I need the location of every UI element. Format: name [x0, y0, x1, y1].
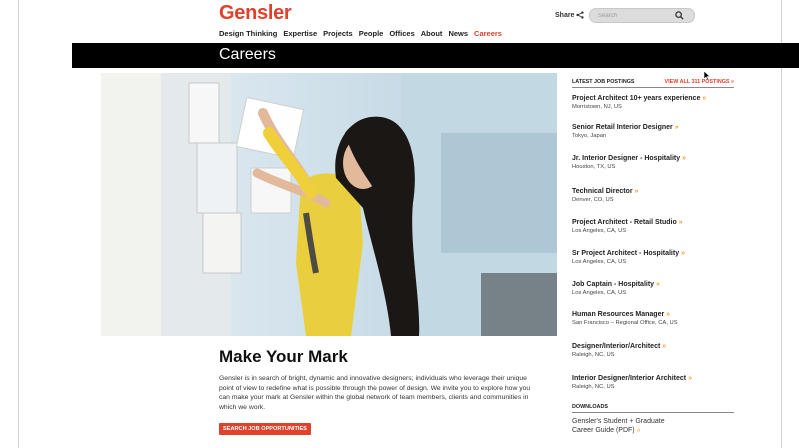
view-all-postings-link[interactable]: VIEW ALL 311 POSTINGS » [665, 79, 735, 85]
share-button[interactable]: Share [555, 11, 585, 19]
search-box[interactable] [589, 8, 695, 23]
nav-about[interactable]: About [421, 29, 443, 38]
job-posting-location: Los Angeles, CA, US [572, 228, 627, 234]
search-job-opportunities-button[interactable]: SEARCH JOB OPPORTUNITIES [219, 423, 311, 435]
intro-paragraph: Gensler is in search of bright, dynamic … [219, 375, 531, 411]
nav-people[interactable]: People [359, 29, 384, 38]
job-posting: Human Resources Manager » San Francisco … [572, 310, 734, 327]
job-posting-location: Raleigh, NC, US [572, 352, 615, 358]
job-posting: Job Captain - Hospitality » Los Angeles,… [572, 280, 734, 297]
job-postings-sidebar: LATEST JOB POSTINGS VIEW ALL 311 POSTING… [572, 74, 734, 434]
career-guide-download-link[interactable]: Gensler's Student + Graduate Career Guid… [572, 417, 665, 435]
job-posting: Technical Director » Denver, CO, US [572, 187, 734, 204]
page-title-bar: Careers [72, 43, 799, 68]
nav-design-thinking[interactable]: Design Thinking [219, 29, 277, 38]
job-posting: Project Architect 10+ years experience »… [572, 94, 734, 111]
job-posting-link[interactable]: Job Captain - Hospitality » [572, 280, 734, 289]
job-posting-location: Los Angeles, CA, US [572, 259, 627, 265]
main-nav: Design Thinking Expertise Projects Peopl… [219, 29, 502, 38]
nav-offices[interactable]: Offices [389, 29, 414, 38]
job-posting-link[interactable]: Technical Director » [572, 187, 734, 196]
job-posting-link[interactable]: Designer/Interior/Architect » [572, 342, 734, 351]
job-posting-link[interactable]: Project Architect 10+ years experience » [572, 94, 734, 103]
job-posting-location: Morristown, NJ, US [572, 104, 622, 110]
latest-postings-header: LATEST JOB POSTINGS VIEW ALL 311 POSTING… [572, 74, 734, 88]
nav-careers[interactable]: Careers [474, 29, 502, 38]
job-posting: Jr. Interior Designer - Hospitality » Ho… [572, 154, 734, 171]
downloads-header: DOWNLOADS [572, 404, 734, 413]
job-posting-location: Raleigh, NC, US [572, 384, 615, 390]
job-posting-link[interactable]: Sr Project Architect - Hospitality » [572, 249, 734, 258]
nav-expertise[interactable]: Expertise [283, 29, 317, 38]
job-posting: Senior Retail Interior Designer » Tokyo,… [572, 123, 734, 140]
job-posting-location: Tokyo, Japan [572, 133, 607, 139]
job-posting-location: Houston, TX, US [572, 164, 616, 170]
share-label: Share [555, 11, 575, 19]
job-posting: Project Architect - Retail Studio » Los … [572, 218, 734, 235]
hero-photo-illustration [101, 73, 557, 336]
job-posting: Designer/Interior/Architect » Raleigh, N… [572, 342, 734, 359]
share-icon [576, 11, 585, 19]
job-posting-link[interactable]: Project Architect - Retail Studio » [572, 218, 734, 227]
nav-news[interactable]: News [448, 29, 468, 38]
search-input[interactable] [598, 10, 668, 21]
page-frame-left [18, 0, 19, 448]
job-posting-location: Denver, CO, US [572, 197, 614, 203]
job-posting-link[interactable]: Senior Retail Interior Designer » [572, 123, 734, 132]
search-icon[interactable] [675, 11, 684, 20]
job-posting-link[interactable]: Human Resources Manager » [572, 310, 734, 319]
nav-projects[interactable]: Projects [323, 29, 353, 38]
main-headline: Make Your Mark [219, 347, 348, 366]
hero-image [101, 73, 557, 336]
job-posting-location: Los Angeles, CA, US [572, 290, 627, 296]
job-posting: Interior Designer/Interior Architect » R… [572, 374, 734, 391]
job-posting-location: San Francisco – Regional Office, CA, US [572, 320, 678, 326]
page-title: Careers [219, 46, 276, 63]
gensler-logo[interactable]: Gensler [219, 2, 292, 25]
latest-postings-label: LATEST JOB POSTINGS [572, 79, 635, 85]
job-posting-link[interactable]: Interior Designer/Interior Architect » [572, 374, 734, 383]
job-posting: Sr Project Architect - Hospitality » Los… [572, 249, 734, 266]
job-posting-link[interactable]: Jr. Interior Designer - Hospitality » [572, 154, 734, 163]
